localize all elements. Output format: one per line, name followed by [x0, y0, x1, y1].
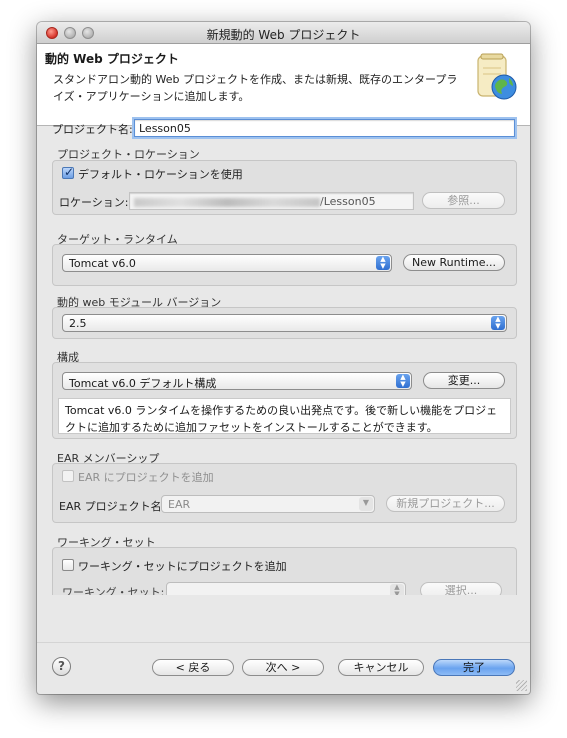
- wizard-window: 新規動的 Web プロジェクト 動的 Web プロジェクト スタンドアロン動的 …: [37, 22, 530, 694]
- working-sets-clipped-row: ワーキング・セット: ▲ ▼ 選択...: [52, 578, 517, 595]
- use-default-location-checkbox[interactable]: [62, 165, 74, 179]
- add-to-working-sets-label: ワーキング・セットにプロジェクトを追加: [78, 560, 287, 573]
- add-to-working-sets-checkbox[interactable]: [62, 559, 74, 571]
- wizard-header: 動的 Web プロジェクト スタンドアロン動的 Web プロジェクトを作成、また…: [37, 44, 530, 126]
- cancel-button[interactable]: キャンセル: [338, 659, 424, 676]
- module-version-value: 2.5: [69, 317, 87, 330]
- modify-configuration-button[interactable]: 変更...: [423, 372, 505, 389]
- working-sets-select[interactable]: ▲ ▼: [166, 582, 406, 595]
- project-name-input[interactable]: Lesson05: [134, 119, 515, 137]
- page-description: スタンドアロン動的 Web プロジェクトを作成、または新規、既存のエンタープライ…: [53, 73, 458, 103]
- page-title: 動的 Web プロジェクト: [45, 52, 179, 66]
- location-input[interactable]: /Lesson05: [129, 192, 414, 210]
- target-runtime-value: Tomcat v6.0: [69, 257, 136, 270]
- location-suffix: /Lesson05: [320, 195, 376, 208]
- configuration-select[interactable]: Tomcat v6.0 デフォルト構成 ▲ ▼: [62, 372, 412, 390]
- dropdown-arrow-icon: ▼: [359, 497, 373, 511]
- resize-grip-icon[interactable]: [516, 680, 527, 691]
- add-to-ear-checkbox[interactable]: [62, 470, 74, 482]
- new-runtime-button[interactable]: New Runtime...: [403, 254, 505, 271]
- help-icon[interactable]: ?: [52, 657, 71, 676]
- ear-project-name-value: EAR: [168, 498, 191, 511]
- blurred-path: [134, 197, 320, 207]
- next-button[interactable]: 次へ >: [242, 659, 324, 676]
- back-button[interactable]: < 戻る: [152, 659, 234, 676]
- configuration-description: Tomcat v6.0 ランタイムを操作するための良い出発点です。後で新しい機能…: [58, 398, 511, 434]
- browse-button[interactable]: 参照...: [422, 192, 505, 209]
- target-runtime-select[interactable]: Tomcat v6.0 ▲ ▼: [62, 254, 392, 272]
- select-arrows-icon: ▲ ▼: [396, 374, 410, 388]
- finish-button[interactable]: 完了: [433, 659, 515, 676]
- location-label: ロケーション:: [59, 196, 129, 209]
- ear-project-name-select[interactable]: EAR ▼: [161, 495, 375, 513]
- ear-project-name-label: EAR プロジェクト名:: [59, 500, 166, 513]
- configuration-value: Tomcat v6.0 デフォルト構成: [69, 377, 217, 390]
- web-project-wizard-icon: [477, 53, 517, 100]
- window-title: 新規動的 Web プロジェクト: [206, 28, 361, 42]
- footer-divider: [37, 642, 530, 643]
- new-ear-project-button[interactable]: 新規プロジェクト...: [386, 495, 505, 512]
- working-sets-label: ワーキング・セット:: [62, 586, 165, 595]
- module-version-select[interactable]: 2.5 ▲ ▼: [62, 314, 507, 332]
- select-arrows-icon: ▲ ▼: [376, 256, 390, 270]
- project-name-label: プロジェクト名:: [52, 123, 133, 136]
- select-arrows-icon: ▲ ▼: [491, 316, 505, 330]
- add-to-ear-label: EAR にプロジェクトを追加: [78, 471, 214, 484]
- use-default-location-label: デフォルト・ロケーションを使用: [78, 168, 243, 181]
- select-arrows-icon: ▲ ▼: [390, 584, 404, 595]
- select-working-sets-button[interactable]: 選択...: [420, 582, 502, 595]
- title-bar: 新規動的 Web プロジェクト: [37, 22, 530, 44]
